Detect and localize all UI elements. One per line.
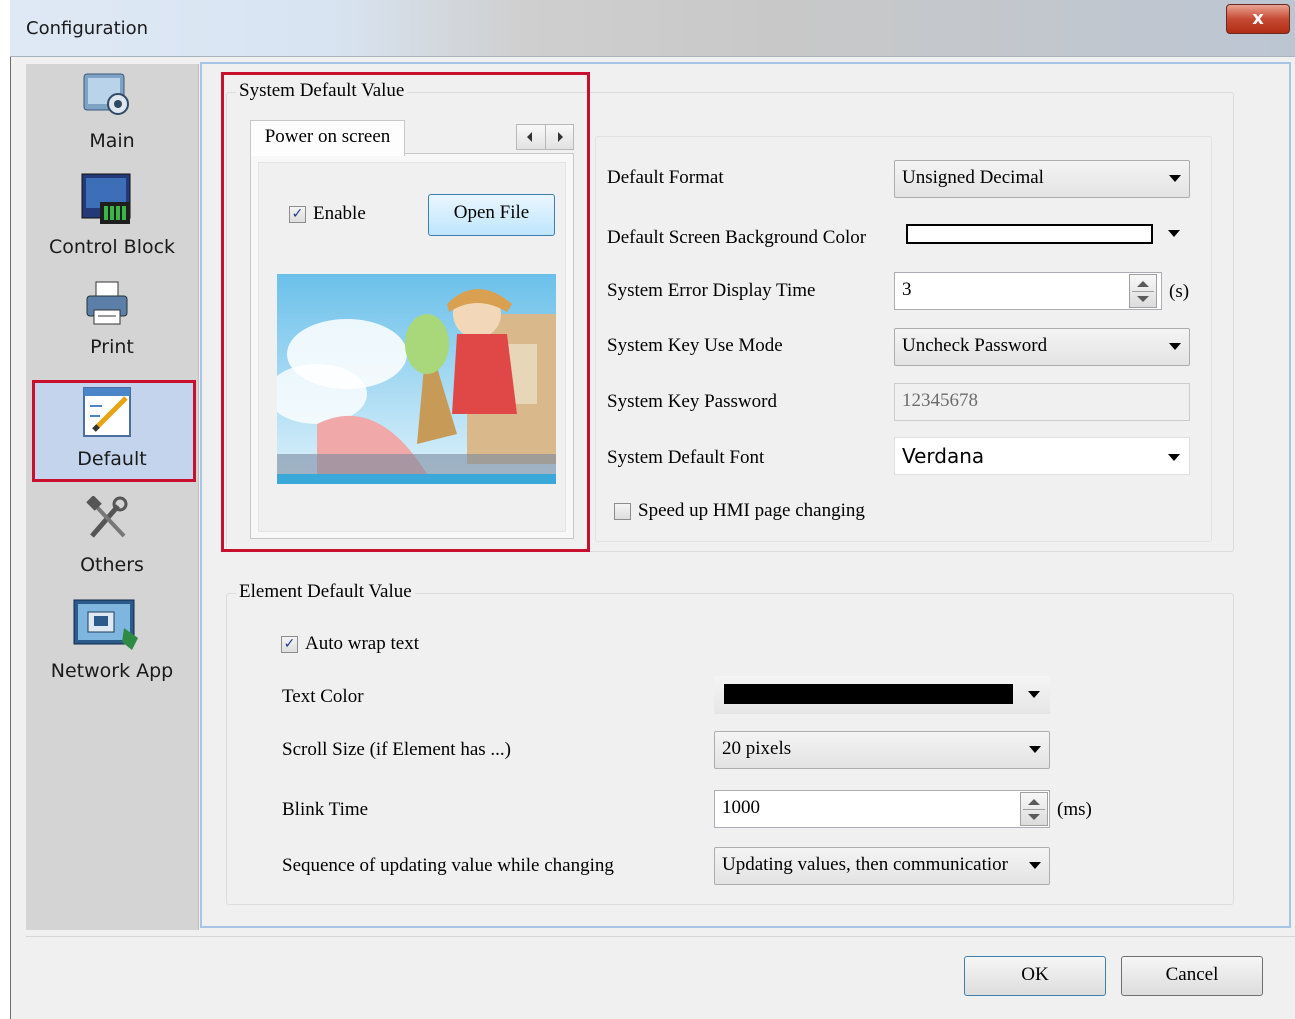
window-left-border	[10, 0, 11, 1019]
blink-time-input[interactable]: 1000	[714, 790, 1050, 828]
window-title: Configuration	[26, 18, 149, 39]
system-default-highlight	[221, 72, 590, 552]
sidebar-item-label: Network App	[50, 660, 174, 682]
scroll-size-value: 20 pixels	[722, 738, 792, 759]
sidebar-item-label: Main	[89, 130, 135, 152]
chevron-down-icon	[1169, 175, 1181, 182]
default-edit-icon	[83, 387, 131, 437]
spin-down-icon	[1137, 296, 1149, 302]
chevron-down-icon	[1029, 746, 1041, 753]
blink-time-spinner[interactable]	[1020, 792, 1048, 826]
scroll-size-select[interactable]: 20 pixels	[714, 731, 1050, 769]
footer-divider	[26, 936, 1295, 937]
sidebar-item-control-block[interactable]: Control Block	[26, 170, 198, 266]
printer-icon	[86, 281, 128, 325]
auto-wrap-checkbox[interactable]: ✓	[281, 636, 298, 653]
spin-divider	[1023, 809, 1045, 810]
sidebar-item-label: Print	[90, 336, 134, 358]
error-time-input[interactable]: 3	[894, 272, 1162, 310]
default-format-value: Unsigned Decimal	[902, 167, 1044, 188]
key-mode-label: System Key Use Mode	[607, 335, 783, 356]
text-color-swatch	[724, 684, 1013, 704]
sidebar-item-others[interactable]: Others	[26, 494, 198, 584]
chevron-down-icon	[1168, 454, 1180, 461]
spin-down-icon	[1028, 814, 1040, 820]
spin-divider	[1132, 291, 1154, 292]
network-app-icon	[73, 599, 138, 650]
default-format-select[interactable]: Unsigned Decimal	[894, 160, 1190, 198]
key-mode-select[interactable]: Uncheck Password	[894, 328, 1190, 366]
error-time-unit: (s)	[1169, 281, 1190, 302]
default-format-label: Default Format	[607, 167, 724, 188]
text-color-label: Text Color	[282, 686, 364, 707]
bg-color-swatch	[906, 224, 1153, 244]
close-button[interactable]: x	[1226, 4, 1290, 34]
key-password-label: System Key Password	[607, 391, 777, 412]
sidebar-item-main[interactable]: Main	[26, 66, 198, 160]
text-color-picker[interactable]	[714, 676, 1050, 714]
speed-up-label: Speed up HMI page changing	[638, 500, 865, 521]
auto-wrap-label: Auto wrap text	[305, 633, 419, 654]
error-time-label: System Error Display Time	[607, 280, 816, 301]
sidebar-item-print[interactable]: Print	[26, 278, 198, 368]
default-font-value: Verdana	[902, 444, 985, 468]
close-icon: x	[1252, 8, 1264, 29]
bg-color-picker[interactable]	[894, 218, 1190, 252]
tools-icon	[86, 496, 128, 538]
sequence-label: Sequence of updating value while changin…	[282, 855, 614, 876]
default-font-select[interactable]: Verdana	[894, 437, 1190, 475]
sequence-select[interactable]: Updating values, then communicatior	[714, 847, 1050, 885]
main-settings-icon	[83, 73, 129, 115]
element-default-group-title: Element Default Value	[236, 581, 415, 603]
chevron-down-icon	[1169, 343, 1181, 350]
key-mode-value: Uncheck Password	[902, 335, 1048, 356]
spin-up-icon	[1137, 281, 1149, 287]
cancel-button[interactable]: Cancel	[1121, 956, 1263, 996]
bg-color-label: Default Screen Background Color	[607, 227, 867, 248]
ok-button[interactable]: OK	[964, 956, 1106, 996]
spin-up-icon	[1028, 799, 1040, 805]
key-password-input: 12345678	[894, 383, 1190, 421]
sequence-value: Updating values, then communicatior	[722, 854, 1008, 875]
chevron-down-icon	[1028, 691, 1040, 698]
title-bar	[10, 0, 1295, 57]
control-block-icon	[81, 173, 131, 224]
sidebar-item-default[interactable]: Default	[26, 384, 198, 478]
scroll-size-label: Scroll Size (if Element has ...)	[282, 739, 511, 760]
blink-time-unit: (ms)	[1057, 799, 1092, 820]
sidebar-item-label: Default	[77, 448, 147, 470]
sidebar-item-network-app[interactable]: Network App	[26, 598, 198, 688]
speed-up-checkbox[interactable]	[614, 503, 631, 520]
error-time-spinner[interactable]	[1129, 274, 1157, 308]
default-font-label: System Default Font	[607, 447, 765, 468]
chevron-down-icon	[1029, 862, 1041, 869]
sidebar-item-label: Others	[80, 554, 144, 576]
blink-time-label: Blink Time	[282, 799, 369, 820]
chevron-down-icon	[1168, 230, 1180, 237]
sidebar-item-label: Control Block	[48, 236, 176, 258]
